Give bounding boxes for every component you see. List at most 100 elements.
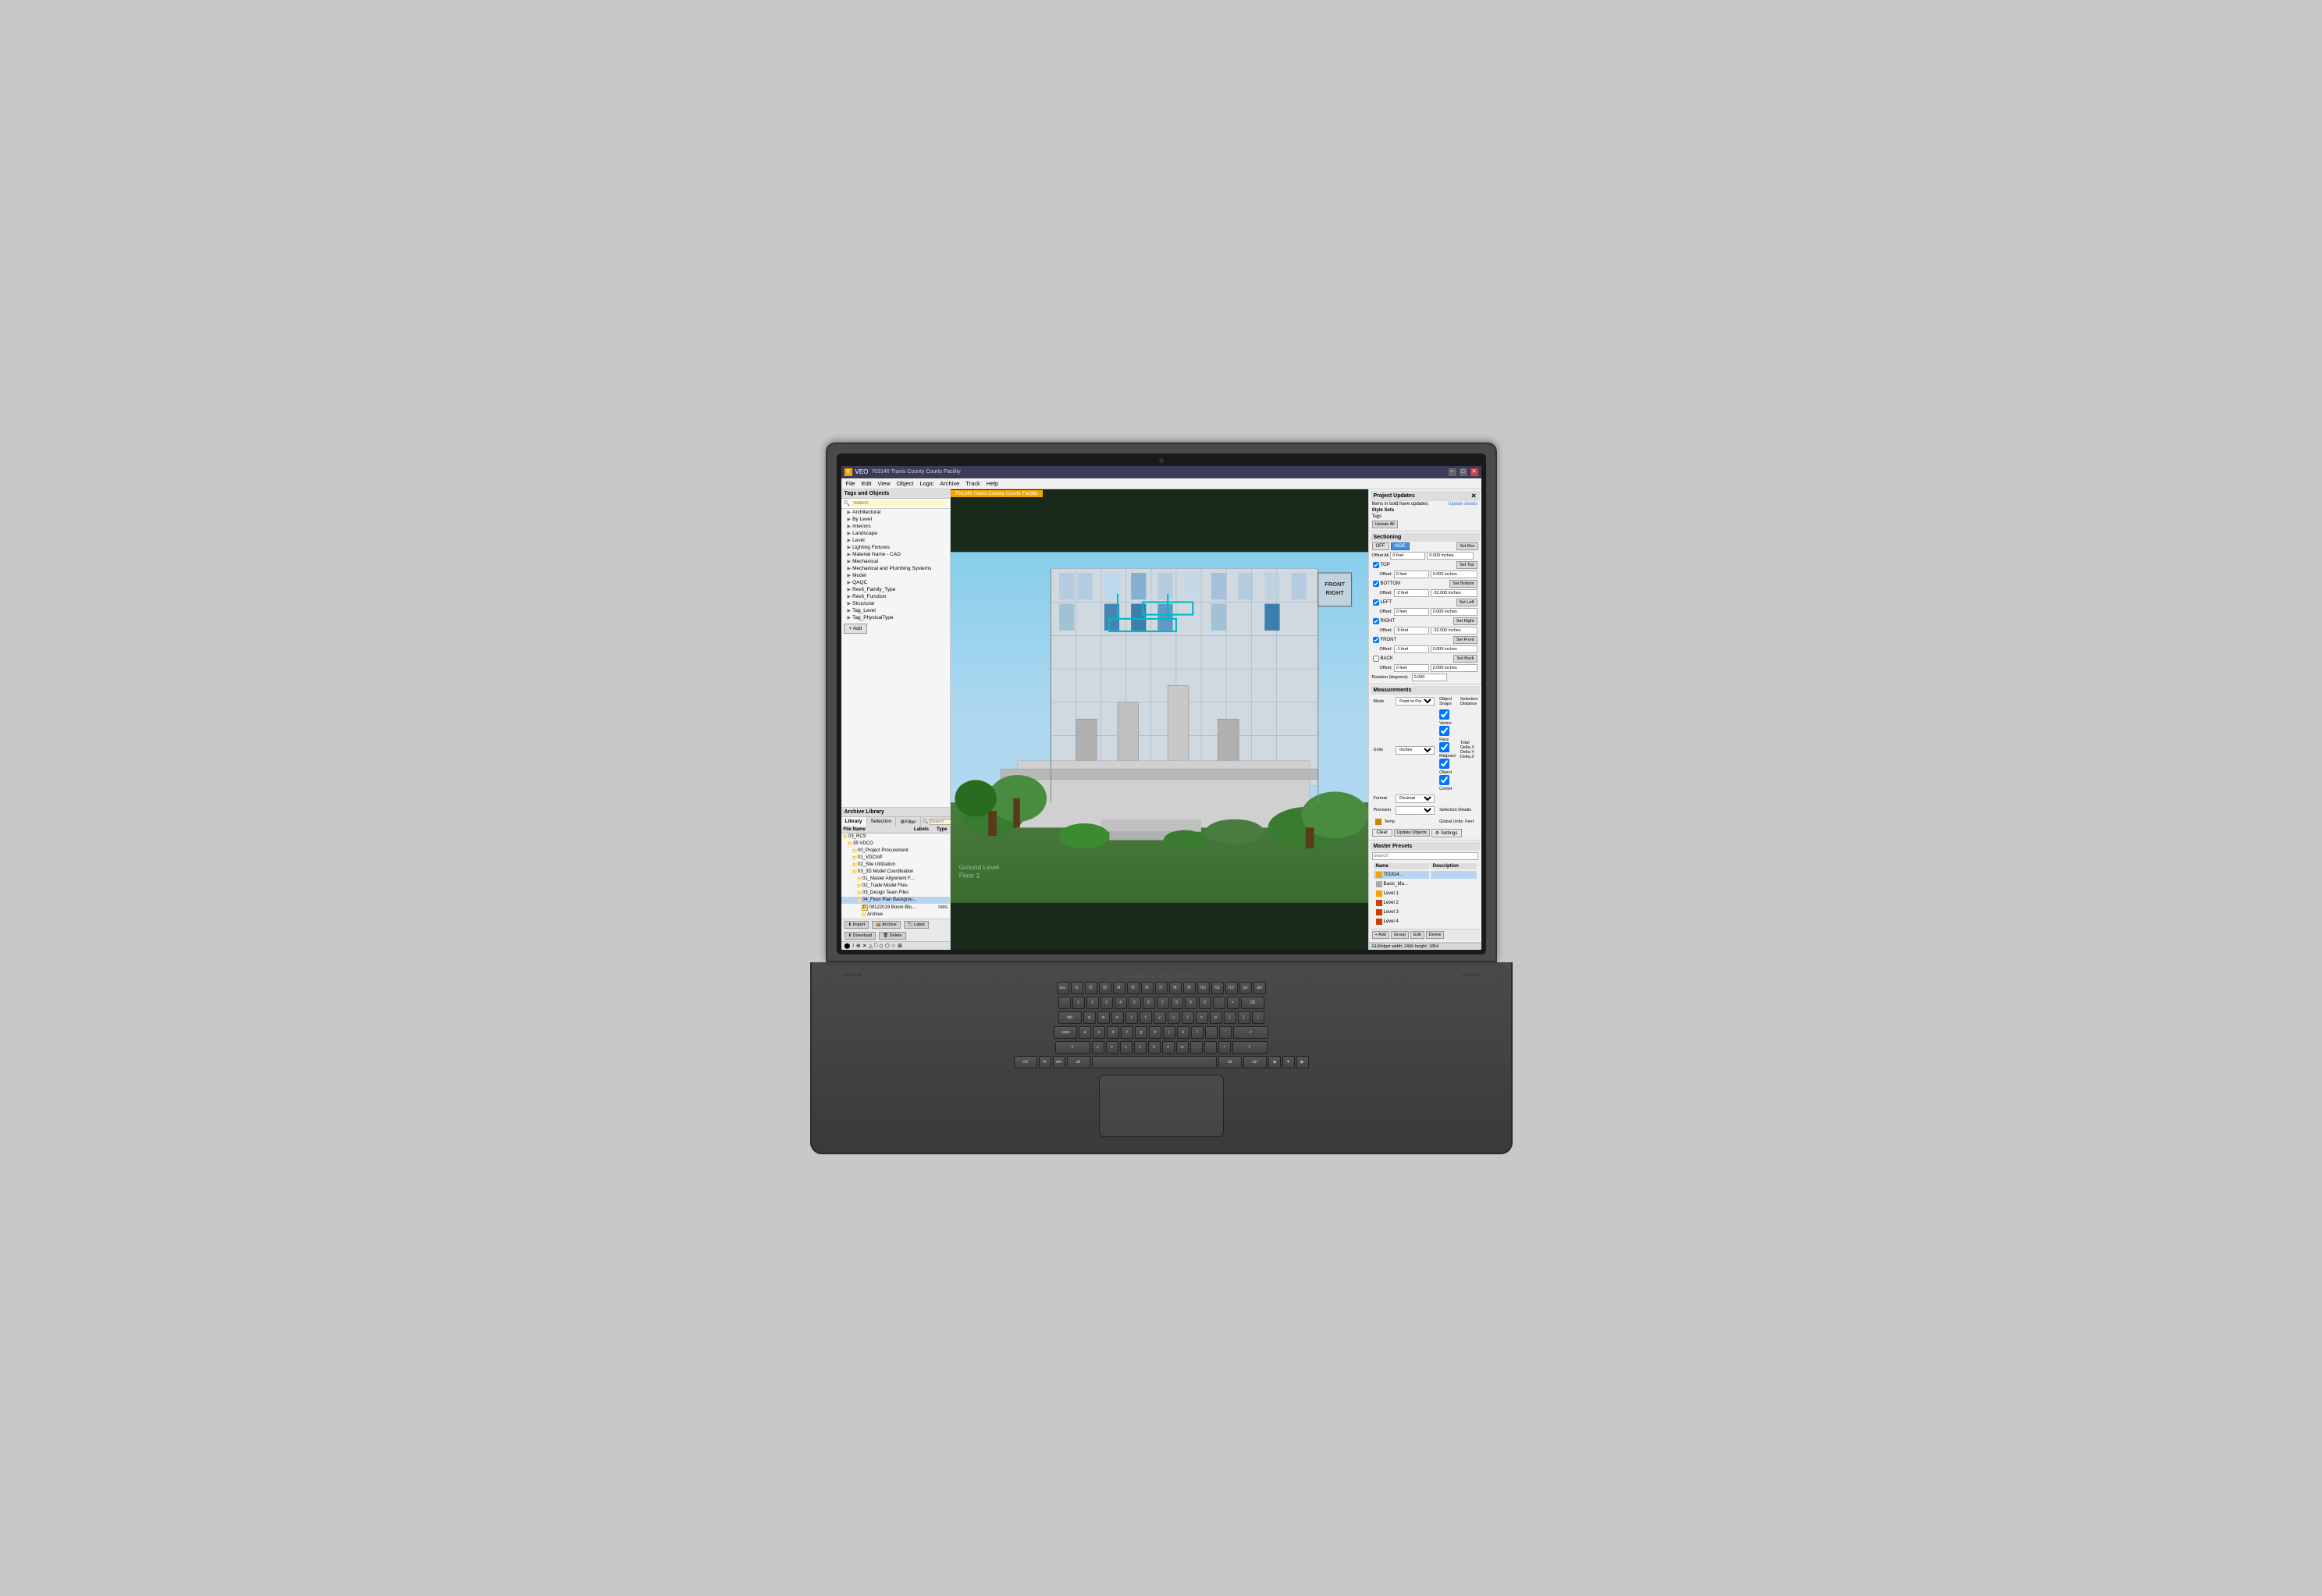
key-backslash[interactable]: \ — [1252, 1011, 1264, 1024]
key-g[interactable]: g — [1135, 1026, 1147, 1039]
key-i[interactable]: i — [1182, 1011, 1194, 1024]
viewport-tab[interactable]: 703146 Travis County Courts Facility — [951, 490, 1043, 497]
preset-add-button[interactable]: + Add — [1372, 931, 1389, 939]
tree-item-landscape[interactable]: ▶Landscape — [841, 530, 950, 537]
key-2[interactable]: 2 — [1086, 997, 1099, 1009]
update-details-btn[interactable]: Update details — [1448, 502, 1477, 507]
key-f8[interactable]: f8 — [1169, 982, 1182, 994]
key-left[interactable]: ◀ — [1268, 1056, 1281, 1068]
tool-icon-10[interactable]: ⊞ — [898, 943, 902, 949]
key-ralt[interactable]: alt — [1218, 1056, 1242, 1068]
key-caps[interactable]: caps — [1054, 1026, 1077, 1039]
clear-button[interactable]: Clear — [1372, 829, 1392, 837]
left-offset-inches[interactable] — [1431, 608, 1477, 616]
archive-tab-filter[interactable]: ⚙Filter — [896, 817, 920, 826]
preset-row-level2[interactable]: Level 2 — [1374, 899, 1477, 907]
right-offset-inches[interactable] — [1431, 627, 1477, 634]
top-checkbox[interactable] — [1373, 562, 1379, 568]
tool-icon-5[interactable]: △ — [869, 943, 873, 949]
right-offset-feet[interactable] — [1394, 627, 1429, 634]
bottom-offset-feet[interactable] — [1394, 589, 1429, 597]
key-l[interactable]: l — [1191, 1026, 1204, 1039]
right-checkbox[interactable] — [1373, 618, 1379, 624]
settings-button[interactable]: ⚙ Settings — [1431, 829, 1462, 837]
key-e[interactable]: e — [1111, 1011, 1124, 1024]
bottom-offset-inches[interactable] — [1431, 589, 1477, 597]
delete-button[interactable]: 🗑 Delete — [879, 932, 905, 940]
key-t[interactable]: t — [1140, 1011, 1152, 1024]
archive-tab-library[interactable]: Library — [841, 817, 867, 826]
project-updates-close[interactable]: ✕ — [1471, 492, 1477, 499]
key-9[interactable]: 9 — [1185, 997, 1197, 1009]
key-r[interactable]: r — [1125, 1011, 1138, 1024]
mode-select[interactable]: Point to Point — [1396, 697, 1435, 706]
key-minus[interactable]: - — [1213, 997, 1225, 1009]
file-row-siteutil[interactable]: 02_Site Utilization — [841, 862, 950, 869]
menu-view[interactable]: View — [878, 480, 891, 487]
front-checkbox[interactable] — [1373, 637, 1379, 643]
units-select[interactable]: Inches — [1396, 746, 1435, 755]
file-row-archive[interactable]: Archive — [841, 912, 950, 919]
key-down[interactable]: ▼ — [1282, 1056, 1295, 1068]
key-b[interactable]: b — [1148, 1041, 1161, 1054]
tree-item-structural[interactable]: ▶Structural — [841, 600, 950, 607]
key-y[interactable]: y — [1154, 1011, 1166, 1024]
back-checkbox[interactable] — [1373, 656, 1379, 662]
key-f2[interactable]: f2 — [1085, 982, 1097, 994]
tool-icon-9[interactable]: ☆ — [891, 943, 896, 949]
sectioning-hide-button[interactable]: HIDE — [1391, 542, 1410, 550]
tool-icon-8[interactable]: ⬡ — [885, 943, 890, 949]
tree-item-level[interactable]: ▶Level — [841, 537, 950, 544]
menu-track[interactable]: Track — [965, 480, 980, 487]
menu-help[interactable]: Help — [987, 480, 998, 487]
front-offset-feet[interactable] — [1394, 645, 1429, 653]
key-prt[interactable]: prt — [1239, 982, 1252, 994]
file-row-rcs[interactable]: 03_RCS — [841, 834, 950, 841]
tool-icon-4[interactable]: ✕ — [862, 943, 867, 949]
key-rctrl[interactable]: ctrl — [1243, 1056, 1267, 1068]
key-period[interactable]: . — [1204, 1041, 1217, 1054]
key-right[interactable]: ▶ — [1296, 1056, 1309, 1068]
key-slash[interactable]: / — [1218, 1041, 1231, 1054]
key-equals[interactable]: = — [1227, 997, 1239, 1009]
key-lbracket[interactable]: [ — [1224, 1011, 1236, 1024]
update-objects-button[interactable]: Update Objects — [1394, 829, 1430, 837]
key-win[interactable]: win — [1053, 1056, 1065, 1068]
import-button[interactable]: ⬇ Import — [845, 921, 869, 929]
key-h[interactable]: h — [1149, 1026, 1161, 1039]
left-offset-feet[interactable] — [1394, 608, 1429, 616]
front-offset-inches[interactable] — [1431, 645, 1477, 653]
back-offset-feet[interactable] — [1394, 664, 1429, 672]
file-row-master[interactable]: 01_Master Alignment F... — [841, 876, 950, 883]
key-v[interactable]: v — [1134, 1041, 1147, 1054]
preset-group-button[interactable]: Group — [1391, 931, 1409, 939]
key-f11[interactable]: f11 — [1211, 982, 1224, 994]
key-f7[interactable]: f7 — [1155, 982, 1168, 994]
key-semicolon[interactable]: ; — [1205, 1026, 1218, 1039]
key-esc[interactable]: esc — [1057, 982, 1069, 994]
preset-row-level3[interactable]: Level 3 — [1374, 908, 1477, 916]
snap-face-cb[interactable] — [1439, 726, 1449, 736]
menu-logic[interactable]: Logic — [919, 480, 933, 487]
key-a[interactable]: a — [1079, 1026, 1091, 1039]
file-row-vdco[interactable]: 35 VDCO — [841, 841, 950, 848]
file-row-design[interactable]: 03_Design Team Files — [841, 890, 950, 897]
key-enter[interactable]: ↵ — [1233, 1026, 1268, 1039]
key-n[interactable]: n — [1162, 1041, 1175, 1054]
top-offset-inches[interactable] — [1431, 571, 1477, 578]
key-p[interactable]: p — [1210, 1011, 1222, 1024]
tree-item-bylevel[interactable]: ▶By Level — [841, 516, 950, 523]
tool-icon-6[interactable]: □ — [874, 943, 877, 949]
preset-row-basic[interactable]: Basic_Ma... — [1374, 880, 1477, 888]
file-row-3dmodel[interactable]: 03_3D Model Coordination — [841, 869, 950, 876]
file-row-vdcinp[interactable]: 01_VDCInP — [841, 855, 950, 862]
add-tag-button[interactable]: + Add — [844, 624, 868, 634]
update-all-button[interactable]: Update All — [1372, 521, 1398, 528]
tags-search-input[interactable] — [852, 500, 947, 507]
menu-edit[interactable]: Edit — [862, 480, 872, 487]
label-button[interactable]: 🏷 Label — [904, 921, 929, 929]
file-row-procurement[interactable]: 00_Project Procurement — [841, 848, 950, 855]
key-8[interactable]: 8 — [1171, 997, 1183, 1009]
snap-midpoint-cb[interactable] — [1439, 742, 1449, 752]
set-back-button[interactable]: Set Back — [1453, 655, 1477, 663]
